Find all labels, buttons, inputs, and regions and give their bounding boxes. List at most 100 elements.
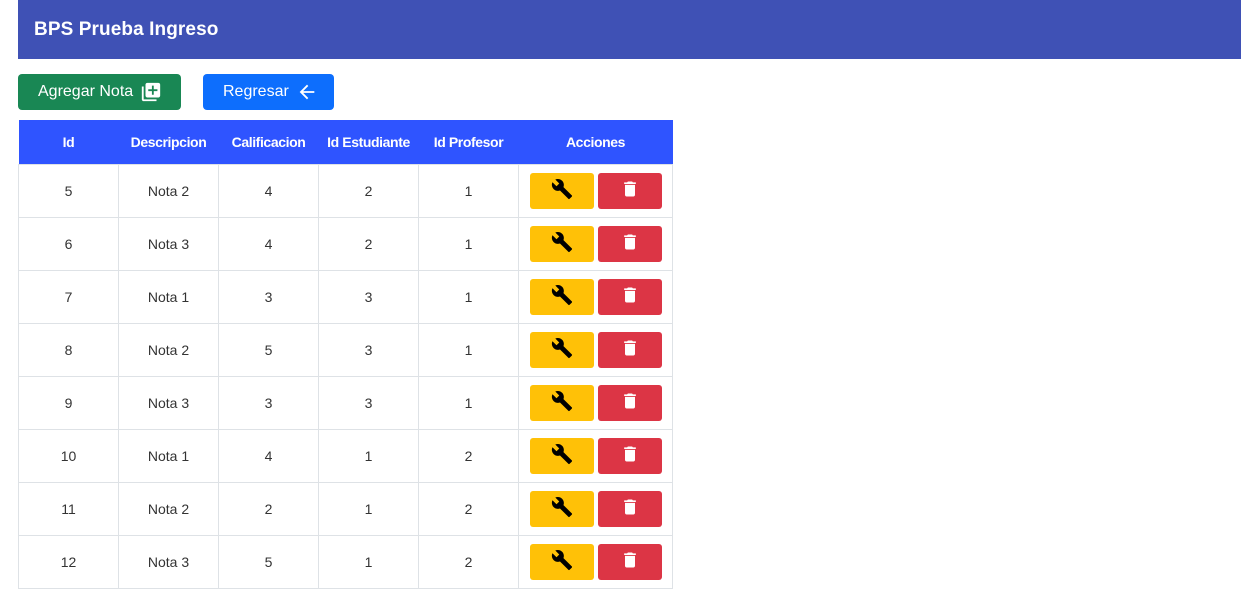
wrench-icon (551, 390, 573, 415)
delete-button[interactable] (597, 543, 662, 580)
table-row: 7 Nota 1 3 3 1 (18, 269, 673, 324)
cell-id-profesor: 1 (418, 163, 519, 218)
cell-id-estudiante: 2 (318, 216, 419, 271)
column-header-calificacion: Calificacion (231, 133, 306, 150)
notes-table: Id Descripcion Calificacion Id Estudiant… (18, 120, 673, 589)
cell-descripcion: Nota 1 (118, 269, 219, 324)
cell-descripcion: Nota 3 (118, 534, 219, 589)
delete-button[interactable] (597, 225, 662, 262)
table-row: 5 Nota 2 4 2 1 (18, 163, 673, 218)
row-actions (529, 278, 662, 315)
cell-id: 11 (18, 481, 119, 536)
table-row: 8 Nota 2 5 3 1 (18, 322, 673, 377)
cell-actions (518, 481, 673, 536)
wrench-icon (551, 549, 573, 574)
row-actions (529, 384, 662, 421)
cell-id: 8 (18, 322, 119, 377)
delete-button[interactable] (597, 278, 662, 315)
edit-button[interactable] (529, 384, 594, 421)
trash-icon (620, 179, 640, 202)
delete-button[interactable] (597, 384, 662, 421)
cell-id-estudiante: 1 (318, 428, 419, 483)
cell-descripcion: Nota 3 (118, 375, 219, 430)
cell-id-estudiante: 1 (318, 534, 419, 589)
delete-button[interactable] (597, 172, 662, 209)
cell-id: 12 (18, 534, 119, 589)
cell-id-estudiante: 3 (318, 269, 419, 324)
edit-button[interactable] (529, 437, 594, 474)
column-header-descripcion: Descripcion (130, 133, 207, 150)
cell-id-profesor: 2 (418, 428, 519, 483)
row-actions (529, 331, 662, 368)
cell-id-estudiante: 3 (318, 375, 419, 430)
back-button[interactable]: Regresar (203, 74, 334, 110)
toolbar: Agregar Nota Regresar (18, 74, 334, 110)
cell-actions (518, 322, 673, 377)
app-title: BPS Prueba Ingreso (34, 18, 219, 40)
cell-descripcion: Nota 2 (118, 322, 219, 377)
cell-descripcion: Nota 1 (118, 428, 219, 483)
edit-button[interactable] (529, 172, 594, 209)
table-body: 5 Nota 2 4 2 1 6 Nota 3 4 2 1 7 Nota 1 3… (18, 163, 673, 589)
row-actions (529, 172, 662, 209)
cell-actions (518, 216, 673, 271)
edit-button[interactable] (529, 331, 594, 368)
column-header-acciones: Acciones (565, 133, 626, 150)
delete-button[interactable] (597, 490, 662, 527)
row-actions (529, 437, 662, 474)
trash-icon (620, 285, 640, 308)
column-header-id: Id (62, 133, 75, 150)
cell-calificacion: 5 (218, 534, 319, 589)
add-note-label: Agregar Nota (38, 83, 134, 100)
cell-calificacion: 2 (218, 481, 319, 536)
wrench-icon (551, 496, 573, 521)
table-row: 11 Nota 2 2 1 2 (18, 481, 673, 536)
wrench-icon (551, 231, 573, 256)
cell-id: 5 (18, 163, 119, 218)
cell-descripcion: Nota 3 (118, 216, 219, 271)
row-actions (529, 543, 662, 580)
edit-button[interactable] (529, 543, 594, 580)
table-row: 6 Nota 3 4 2 1 (18, 216, 673, 271)
column-header-id-profesor: Id Profesor (433, 133, 504, 150)
table-row: 10 Nota 1 4 1 2 (18, 428, 673, 483)
cell-id: 9 (18, 375, 119, 430)
table-row: 9 Nota 3 3 3 1 (18, 375, 673, 430)
cell-calificacion: 3 (218, 269, 319, 324)
trash-icon (620, 444, 640, 467)
wrench-icon (551, 284, 573, 309)
delete-button[interactable] (597, 437, 662, 474)
cell-actions (518, 428, 673, 483)
cell-actions (518, 375, 673, 430)
table-row: 12 Nota 3 5 1 2 (18, 534, 673, 589)
table-header-row: Id Descripcion Calificacion Id Estudiant… (18, 120, 673, 164)
cell-calificacion: 5 (218, 322, 319, 377)
cell-actions (518, 163, 673, 218)
cell-calificacion: 3 (218, 375, 319, 430)
cell-id: 6 (18, 216, 119, 271)
wrench-icon (551, 178, 573, 203)
notes-table-container: Id Descripcion Calificacion Id Estudiant… (18, 120, 673, 589)
edit-button[interactable] (529, 490, 594, 527)
trash-icon (620, 497, 640, 520)
cell-descripcion: Nota 2 (118, 481, 219, 536)
trash-icon (620, 232, 640, 255)
wrench-icon (551, 443, 573, 468)
edit-button[interactable] (529, 225, 594, 262)
back-label: Regresar (223, 83, 289, 100)
trash-icon (620, 550, 640, 573)
cell-id-profesor: 1 (418, 269, 519, 324)
wrench-icon (551, 337, 573, 362)
trash-icon (620, 391, 640, 414)
cell-calificacion: 4 (218, 428, 319, 483)
cell-calificacion: 4 (218, 163, 319, 218)
delete-button[interactable] (597, 331, 662, 368)
trash-icon (620, 338, 640, 361)
app-bar: BPS Prueba Ingreso (18, 0, 1241, 59)
add-box-icon (140, 81, 162, 103)
row-actions (529, 225, 662, 262)
cell-id-profesor: 1 (418, 216, 519, 271)
add-note-button[interactable]: Agregar Nota (18, 74, 181, 110)
column-header-id-estudiante: Id Estudiante (327, 133, 410, 150)
edit-button[interactable] (529, 278, 594, 315)
